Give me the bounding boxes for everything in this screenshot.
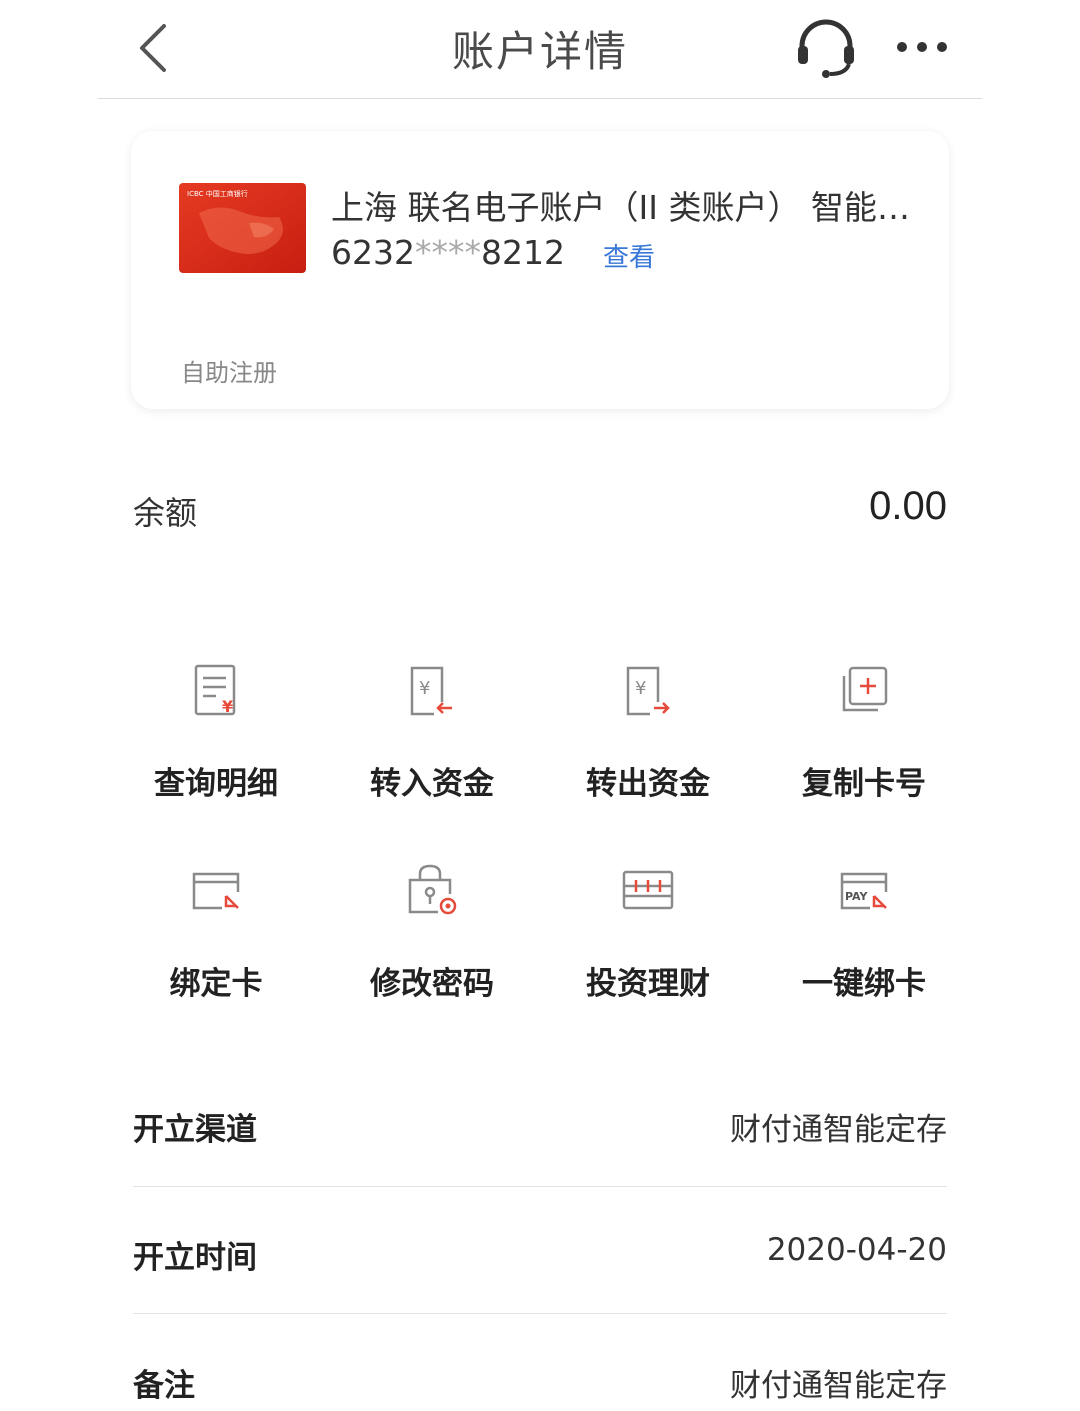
bank-card-icon: ICBC 中国工商银行 — [179, 183, 306, 273]
bind-card-icon — [192, 872, 240, 910]
action-bind-card[interactable]: 绑定卡 — [108, 850, 324, 1030]
info-row-open-time: 开立时间 2020-04-20 — [133, 1232, 947, 1360]
account-card[interactable]: ICBC 中国工商银行 上海 联名电子账户（II 类账户） 智能定存 6232*… — [131, 131, 949, 409]
balance-value: 0.00 — [869, 484, 947, 528]
divider — [133, 1313, 947, 1314]
info-key: 备注 — [133, 1368, 195, 1404]
card-number-suffix: 8212 — [480, 233, 565, 272]
info-value: 2020-04-20 — [766, 1232, 947, 1268]
card-number-mask: **** — [414, 233, 481, 272]
view-card-number-link[interactable]: 查看 — [603, 237, 655, 274]
svg-text:¥: ¥ — [419, 678, 430, 699]
customer-service-button[interactable] — [794, 16, 858, 78]
action-grid: ¥ 查询明细 ¥ 转入资金 ¥ 转出资金 复制卡号 绑定卡 修改密码 投资理财 … — [108, 650, 972, 1010]
copy-card-icon — [842, 666, 888, 712]
account-detail-page: 账户详情 ICBC 中国工商银行 上海 联名电子账户（II 类账户） 智能定存 … — [0, 0, 1080, 1411]
info-row-remark: 备注 财付通智能定存 — [133, 1360, 947, 1410]
info-key: 开立渠道 — [133, 1112, 257, 1148]
action-query-details[interactable]: ¥ 查询明细 — [108, 650, 324, 830]
action-transfer-in[interactable]: ¥ 转入资金 — [324, 650, 540, 830]
action-change-password[interactable]: 修改密码 — [324, 850, 540, 1030]
svg-text:PAY: PAY — [845, 890, 869, 903]
action-label: 复制卡号 — [802, 766, 926, 802]
account-name: 上海 联名电子账户（II 类账户） 智能定存 — [331, 188, 921, 227]
change-password-icon — [408, 864, 457, 915]
transfer-out-icon: ¥ — [626, 666, 670, 716]
action-label: 查询明细 — [154, 766, 278, 802]
one-click-bind-icon: PAY — [840, 872, 888, 910]
more-dots-icon — [897, 42, 947, 52]
info-row-open-channel: 开立渠道 财付通智能定存 — [133, 1104, 947, 1232]
action-investment[interactable]: 投资理财 — [540, 850, 756, 1030]
headset-icon — [798, 19, 854, 78]
action-one-click-bind[interactable]: PAY 一键绑卡 — [756, 850, 972, 1030]
statement-icon: ¥ — [194, 664, 236, 716]
action-label: 一键绑卡 — [802, 966, 926, 1002]
action-copy-card-number[interactable]: 复制卡号 — [756, 650, 972, 830]
action-label: 投资理财 — [586, 966, 710, 1002]
bank-card-image: ICBC 中国工商银行 — [179, 183, 306, 273]
info-value: 财付通智能定存 — [730, 1368, 947, 1404]
investment-icon — [622, 870, 674, 910]
card-number: 6232****8212 — [331, 233, 565, 272]
action-label: 转入资金 — [370, 766, 494, 802]
action-label: 修改密码 — [370, 966, 494, 1002]
action-label: 转出资金 — [586, 766, 710, 802]
svg-text:¥: ¥ — [635, 678, 646, 699]
divider — [133, 1186, 947, 1187]
action-transfer-out[interactable]: ¥ 转出资金 — [540, 650, 756, 830]
action-label: 绑定卡 — [169, 966, 263, 1002]
svg-text:¥: ¥ — [222, 697, 233, 716]
info-key: 开立时间 — [133, 1240, 257, 1276]
transfer-in-icon: ¥ — [410, 666, 452, 716]
info-value: 财付通智能定存 — [730, 1112, 947, 1148]
more-button[interactable] — [892, 34, 952, 60]
card-brand-text: ICBC 中国工商银行 — [187, 189, 248, 198]
self-register-label: 自助注册 — [181, 359, 277, 387]
top-nav-bar: 账户详情 — [98, 0, 982, 99]
card-number-prefix: 6232 — [331, 233, 415, 272]
balance-label: 余额 — [133, 494, 198, 532]
